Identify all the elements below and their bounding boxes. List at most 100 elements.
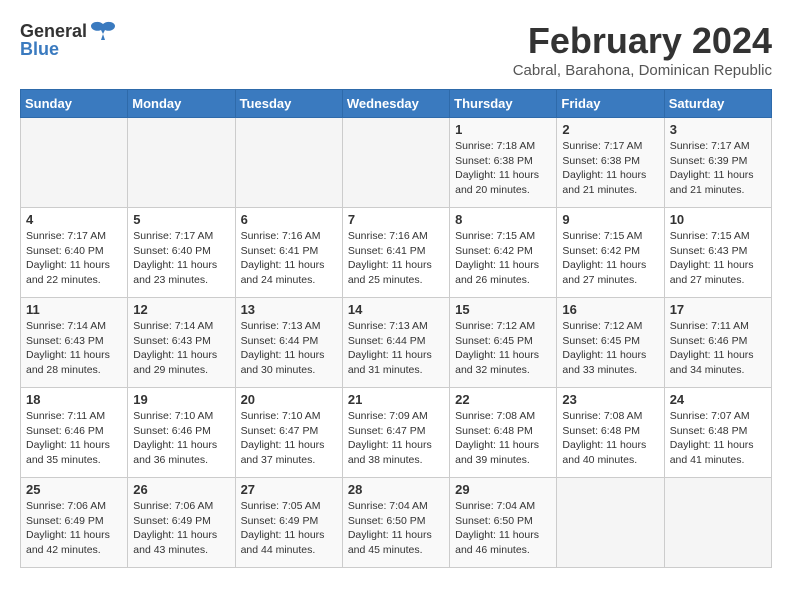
day-of-week-header: Wednesday <box>342 90 449 118</box>
day-info: Sunrise: 7:09 AM Sunset: 6:47 PM Dayligh… <box>348 409 444 468</box>
day-info: Sunrise: 7:15 AM Sunset: 6:43 PM Dayligh… <box>670 229 766 288</box>
logo-bird-icon <box>89 20 117 44</box>
calendar-cell: 6 Sunrise: 7:16 AM Sunset: 6:41 PM Daylig… <box>235 208 342 298</box>
day-of-week-header: Friday <box>557 90 664 118</box>
day-info: Sunrise: 7:14 AM Sunset: 6:43 PM Dayligh… <box>133 319 229 378</box>
day-info: Sunrise: 7:14 AM Sunset: 6:43 PM Dayligh… <box>26 319 122 378</box>
day-info: Sunrise: 7:10 AM Sunset: 6:46 PM Dayligh… <box>133 409 229 468</box>
day-number: 29 <box>455 482 551 497</box>
day-of-week-header: Monday <box>128 90 235 118</box>
day-number: 9 <box>562 212 658 227</box>
day-info: Sunrise: 7:16 AM Sunset: 6:41 PM Dayligh… <box>348 229 444 288</box>
calendar-cell: 7 Sunrise: 7:16 AM Sunset: 6:41 PM Daylig… <box>342 208 449 298</box>
day-number: 27 <box>241 482 337 497</box>
day-number: 20 <box>241 392 337 407</box>
day-number: 19 <box>133 392 229 407</box>
calendar-cell: 20 Sunrise: 7:10 AM Sunset: 6:47 PM Dayli… <box>235 388 342 478</box>
day-info: Sunrise: 7:13 AM Sunset: 6:44 PM Dayligh… <box>348 319 444 378</box>
day-number: 10 <box>670 212 766 227</box>
calendar-cell: 29 Sunrise: 7:04 AM Sunset: 6:50 PM Dayli… <box>450 478 557 568</box>
day-info: Sunrise: 7:05 AM Sunset: 6:49 PM Dayligh… <box>241 499 337 558</box>
calendar-week-row: 4 Sunrise: 7:17 AM Sunset: 6:40 PM Daylig… <box>21 208 772 298</box>
day-info: Sunrise: 7:17 AM Sunset: 6:40 PM Dayligh… <box>133 229 229 288</box>
day-number: 6 <box>241 212 337 227</box>
day-of-week-header: Saturday <box>664 90 771 118</box>
day-info: Sunrise: 7:12 AM Sunset: 6:45 PM Dayligh… <box>562 319 658 378</box>
calendar-cell: 28 Sunrise: 7:04 AM Sunset: 6:50 PM Dayli… <box>342 478 449 568</box>
day-of-week-header: Thursday <box>450 90 557 118</box>
day-number: 26 <box>133 482 229 497</box>
calendar-week-row: 25Sunrise: 7:06 AM Sunset: 6:49 PM Dayli… <box>21 478 772 568</box>
day-number: 8 <box>455 212 551 227</box>
day-info: Sunrise: 7:18 AM Sunset: 6:38 PM Dayligh… <box>455 139 551 198</box>
day-number: 22 <box>455 392 551 407</box>
calendar-cell: 13Sunrise: 7:13 AM Sunset: 6:44 PM Dayli… <box>235 298 342 388</box>
calendar-cell: 4 Sunrise: 7:17 AM Sunset: 6:40 PM Daylig… <box>21 208 128 298</box>
day-info: Sunrise: 7:07 AM Sunset: 6:48 PM Dayligh… <box>670 409 766 468</box>
day-number: 18 <box>26 392 122 407</box>
calendar-cell: 12 Sunrise: 7:14 AM Sunset: 6:43 PM Dayli… <box>128 298 235 388</box>
calendar-cell: 17Sunrise: 7:11 AM Sunset: 6:46 PM Dayli… <box>664 298 771 388</box>
calendar-cell: 21 Sunrise: 7:09 AM Sunset: 6:47 PM Dayli… <box>342 388 449 478</box>
day-number: 17 <box>670 302 766 317</box>
day-info: Sunrise: 7:17 AM Sunset: 6:40 PM Dayligh… <box>26 229 122 288</box>
day-number: 23 <box>562 392 658 407</box>
calendar-cell: 1 Sunrise: 7:18 AM Sunset: 6:38 PM Daylig… <box>450 118 557 208</box>
calendar-cell: 27 Sunrise: 7:05 AM Sunset: 6:49 PM Dayli… <box>235 478 342 568</box>
day-info: Sunrise: 7:04 AM Sunset: 6:50 PM Dayligh… <box>348 499 444 558</box>
day-number: 1 <box>455 122 551 137</box>
day-info: Sunrise: 7:08 AM Sunset: 6:48 PM Dayligh… <box>455 409 551 468</box>
calendar-cell: 15 Sunrise: 7:12 AM Sunset: 6:45 PM Dayli… <box>450 298 557 388</box>
day-of-week-header: Sunday <box>21 90 128 118</box>
calendar-cell <box>557 478 664 568</box>
calendar-cell: 5Sunrise: 7:17 AM Sunset: 6:40 PM Daylig… <box>128 208 235 298</box>
calendar-cell: 24 Sunrise: 7:07 AM Sunset: 6:48 PM Dayli… <box>664 388 771 478</box>
day-info: Sunrise: 7:16 AM Sunset: 6:41 PM Dayligh… <box>241 229 337 288</box>
title-section: February 2024 Cabral, Barahona, Dominica… <box>513 20 772 79</box>
calendar-cell: 8 Sunrise: 7:15 AM Sunset: 6:42 PM Daylig… <box>450 208 557 298</box>
day-info: Sunrise: 7:10 AM Sunset: 6:47 PM Dayligh… <box>241 409 337 468</box>
calendar-cell: 22 Sunrise: 7:08 AM Sunset: 6:48 PM Dayli… <box>450 388 557 478</box>
calendar-subtitle: Cabral, Barahona, Dominican Republic <box>513 62 772 79</box>
day-number: 16 <box>562 302 658 317</box>
calendar-cell: 10 Sunrise: 7:15 AM Sunset: 6:43 PM Dayli… <box>664 208 771 298</box>
day-number: 24 <box>670 392 766 407</box>
calendar-cell: 19 Sunrise: 7:10 AM Sunset: 6:46 PM Dayli… <box>128 388 235 478</box>
day-info: Sunrise: 7:12 AM Sunset: 6:45 PM Dayligh… <box>455 319 551 378</box>
day-number: 7 <box>348 212 444 227</box>
calendar-week-row: 11Sunrise: 7:14 AM Sunset: 6:43 PM Dayli… <box>21 298 772 388</box>
calendar-cell: 11Sunrise: 7:14 AM Sunset: 6:43 PM Dayli… <box>21 298 128 388</box>
day-info: Sunrise: 7:17 AM Sunset: 6:39 PM Dayligh… <box>670 139 766 198</box>
day-info: Sunrise: 7:11 AM Sunset: 6:46 PM Dayligh… <box>26 409 122 468</box>
calendar-title: February 2024 <box>513 20 772 62</box>
calendar-cell: 23 Sunrise: 7:08 AM Sunset: 6:48 PM Dayli… <box>557 388 664 478</box>
calendar-cell: 9 Sunrise: 7:15 AM Sunset: 6:42 PM Daylig… <box>557 208 664 298</box>
day-number: 14 <box>348 302 444 317</box>
day-number: 21 <box>348 392 444 407</box>
day-info: Sunrise: 7:15 AM Sunset: 6:42 PM Dayligh… <box>455 229 551 288</box>
day-info: Sunrise: 7:04 AM Sunset: 6:50 PM Dayligh… <box>455 499 551 558</box>
calendar-cell: 25Sunrise: 7:06 AM Sunset: 6:49 PM Dayli… <box>21 478 128 568</box>
calendar-cell: 16 Sunrise: 7:12 AM Sunset: 6:45 PM Dayli… <box>557 298 664 388</box>
calendar-cell <box>342 118 449 208</box>
day-number: 2 <box>562 122 658 137</box>
day-info: Sunrise: 7:15 AM Sunset: 6:42 PM Dayligh… <box>562 229 658 288</box>
day-number: 3 <box>670 122 766 137</box>
day-number: 4 <box>26 212 122 227</box>
calendar-week-row: 1 Sunrise: 7:18 AM Sunset: 6:38 PM Daylig… <box>21 118 772 208</box>
day-info: Sunrise: 7:06 AM Sunset: 6:49 PM Dayligh… <box>26 499 122 558</box>
day-number: 12 <box>133 302 229 317</box>
day-info: Sunrise: 7:06 AM Sunset: 6:49 PM Dayligh… <box>133 499 229 558</box>
day-info: Sunrise: 7:08 AM Sunset: 6:48 PM Dayligh… <box>562 409 658 468</box>
calendar-cell <box>664 478 771 568</box>
calendar-cell <box>128 118 235 208</box>
day-number: 15 <box>455 302 551 317</box>
day-number: 28 <box>348 482 444 497</box>
calendar-cell: 3 Sunrise: 7:17 AM Sunset: 6:39 PM Daylig… <box>664 118 771 208</box>
calendar-table: SundayMondayTuesdayWednesdayThursdayFrid… <box>20 89 772 568</box>
calendar-cell: 14 Sunrise: 7:13 AM Sunset: 6:44 PM Dayli… <box>342 298 449 388</box>
calendar-header-row: SundayMondayTuesdayWednesdayThursdayFrid… <box>21 90 772 118</box>
logo: General Blue <box>20 20 117 60</box>
day-info: Sunrise: 7:17 AM Sunset: 6:38 PM Dayligh… <box>562 139 658 198</box>
calendar-cell <box>21 118 128 208</box>
